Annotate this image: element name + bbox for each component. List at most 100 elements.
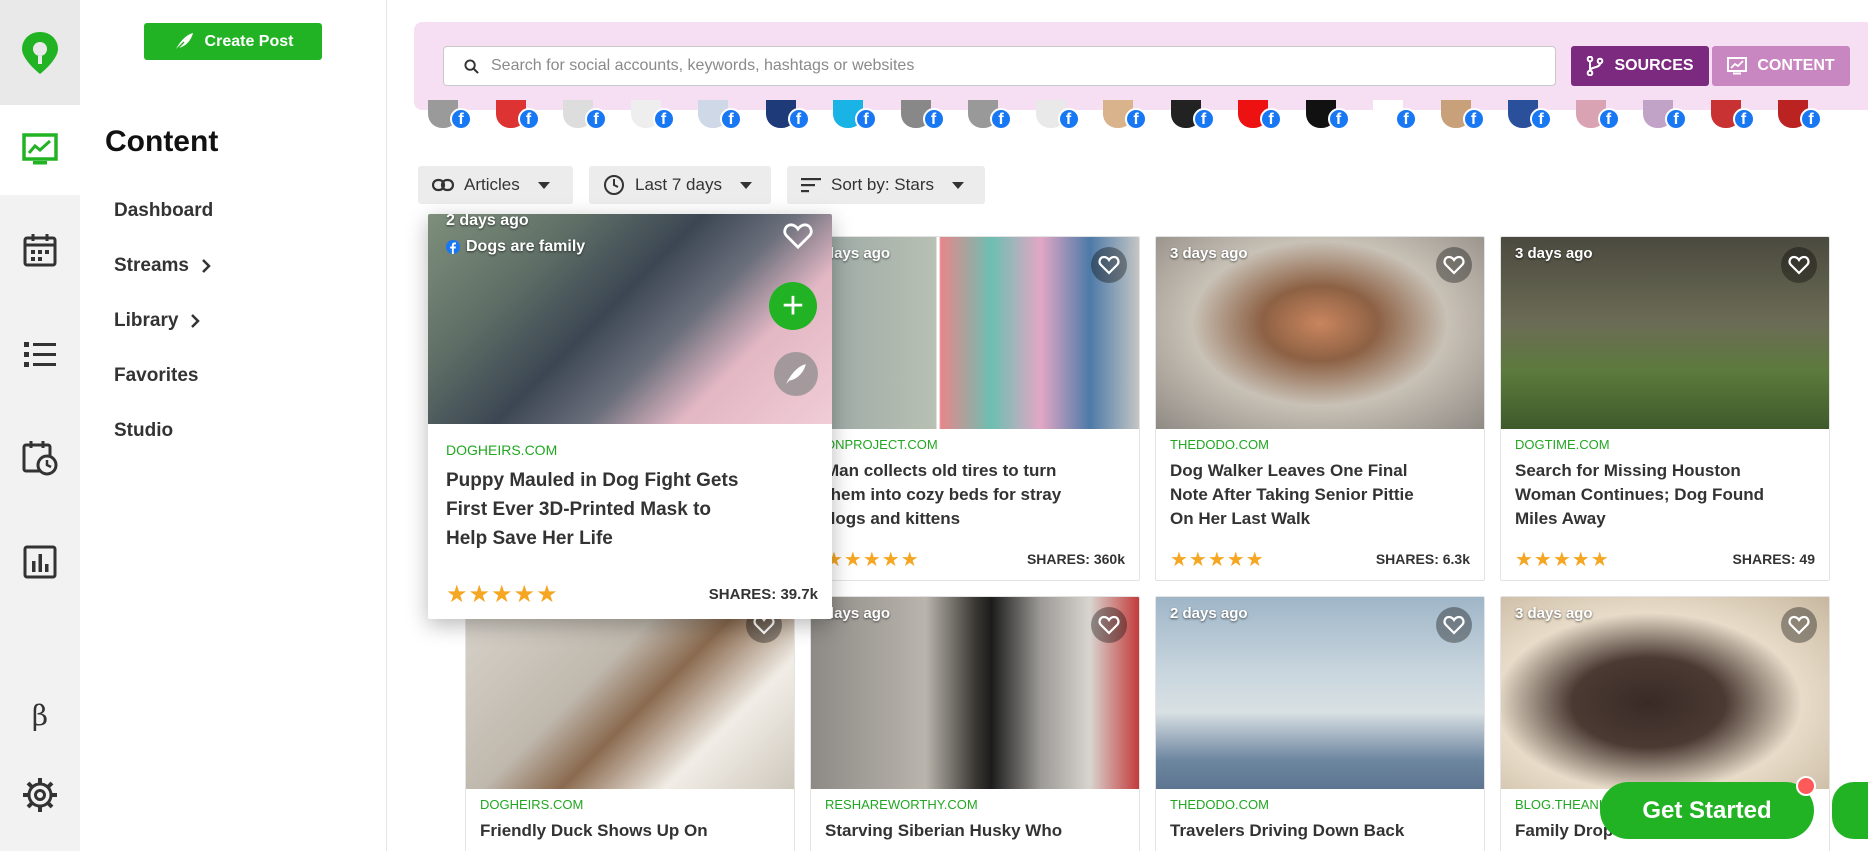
article-domain[interactable]: DOGHEIRS.COM (480, 797, 583, 812)
content-button[interactable]: CONTENT (1712, 46, 1850, 86)
calendar-icon (23, 234, 57, 267)
sidebar-item-library[interactable]: Library (114, 310, 201, 332)
article-card[interactable]: DOGHEIRS.COM Friendly Duck Shows Up On (465, 596, 795, 851)
filter-sort-dropdown[interactable]: Sort by: Stars (787, 166, 985, 204)
favorite-button[interactable] (1781, 247, 1817, 283)
sidebar-item-label: Dashboard (114, 200, 214, 221)
article-card[interactable]: days ago ONPROJECT.COM Man collects old … (810, 236, 1140, 581)
article-headline[interactable]: Starving Siberian Husky Who (825, 819, 1095, 843)
article-domain[interactable]: RESHAREWORTHY.COM (825, 797, 978, 812)
filter-date-dropdown[interactable]: Last 7 days (589, 166, 771, 204)
article-date: 3 days ago (1515, 605, 1593, 622)
facebook-icon: f (1800, 108, 1822, 130)
article-thumbnail (1501, 597, 1829, 789)
sidebar-item-label: Library (114, 310, 179, 331)
article-domain[interactable]: ONPROJECT.COM (825, 437, 938, 452)
share-count: SHARES: 49 (1732, 551, 1815, 567)
facebook-icon: f (1057, 108, 1080, 130)
article-headline[interactable]: Search for Missing Houston Woman Continu… (1515, 459, 1785, 531)
chevron-right-icon (202, 259, 211, 273)
article-domain[interactable]: BLOG.THEANIN (1515, 797, 1612, 812)
facebook-icon: f (1530, 108, 1552, 130)
star-rating: ★★★★★ (1170, 549, 1265, 571)
heart-icon (1443, 615, 1465, 635)
article-headline[interactable]: Friendly Duck Shows Up On (480, 819, 750, 843)
share-count: SHARES: 39.7k (708, 586, 818, 603)
facebook-icon: f (652, 108, 675, 130)
favorite-button[interactable] (1436, 247, 1472, 283)
nav-analytics[interactable] (0, 517, 80, 607)
facebook-icon: f (922, 108, 945, 130)
source-page-tag[interactable]: Dogs are family (446, 238, 585, 256)
favorite-button[interactable] (1781, 607, 1817, 643)
favorite-button[interactable] (1091, 247, 1127, 283)
notification-dot (1796, 776, 1816, 796)
facebook-icon: f (720, 108, 742, 130)
article-thumbnail (1156, 237, 1484, 429)
article-card[interactable]: days ago RESHAREWORTHY.COM Starving Sibe… (810, 596, 1140, 851)
article-card[interactable]: 2 days ago THEDODO.COM Travelers Driving… (1155, 596, 1485, 851)
article-domain[interactable]: THEDODO.COM (1170, 437, 1269, 452)
favorite-button[interactable] (780, 218, 816, 254)
facebook-icon: f (855, 108, 877, 130)
sidebar-item-label: Favorites (114, 365, 199, 386)
filter-articles-dropdown[interactable]: Articles (418, 166, 573, 204)
heart-icon (1098, 255, 1120, 275)
sidebar-item-streams[interactable]: Streams (114, 255, 211, 277)
article-headline[interactable]: Puppy Mauled in Dog Fight Gets First Eve… (446, 466, 746, 553)
calendar-clock-icon (22, 441, 58, 476)
facebook-icon: f (1665, 108, 1687, 130)
nav-list[interactable] (0, 310, 80, 400)
article-card-hovered[interactable]: 2 days ago Dogs are family DOGHEIRS.COM … (428, 214, 832, 619)
search-input[interactable] (491, 57, 1541, 75)
nav-beta[interactable]: β (0, 670, 80, 760)
star-rating: ★★★★★ (446, 581, 559, 608)
create-post-button[interactable]: Create Post (144, 23, 322, 60)
sidebar-item-studio[interactable]: Studio (114, 420, 173, 442)
sources-button[interactable]: SOURCES (1571, 46, 1709, 86)
compose-post-button[interactable] (774, 352, 818, 396)
article-domain[interactable]: DOGHEIRS.COM (446, 442, 557, 458)
sources-label: SOURCES (1614, 57, 1694, 74)
article-domain[interactable]: DOGTIME.COM (1515, 437, 1610, 452)
article-card[interactable]: 3 days ago THEDODO.COM Dog Walker Leaves… (1155, 236, 1485, 581)
article-card[interactable]: 3 days ago DOGTIME.COM Search for Missin… (1500, 236, 1830, 581)
article-thumbnail (466, 597, 794, 789)
chart-monitor-icon (22, 133, 58, 165)
nav-content[interactable] (0, 105, 80, 195)
article-headline[interactable]: Man collects old tires to turn them into… (825, 459, 1095, 531)
article-domain[interactable]: THEDODO.COM (1170, 797, 1269, 812)
get-started-button[interactable]: Get Started (1600, 782, 1814, 839)
favorite-button[interactable] (1436, 607, 1472, 643)
sidebar-item-favorites[interactable]: Favorites (114, 365, 198, 387)
article-headline[interactable]: Travelers Driving Down Back (1170, 819, 1440, 843)
list-icon (24, 342, 56, 367)
chevron-down-icon (739, 181, 752, 189)
sidebar-item-dashboard[interactable]: Dashboard (114, 200, 213, 222)
article-thumbnail (1501, 237, 1829, 429)
article-thumbnail (811, 237, 1139, 429)
article-headline[interactable]: Dog Walker Leaves One Final Note After T… (1170, 459, 1440, 531)
nav-calendar[interactable] (0, 205, 80, 295)
favorite-button[interactable] (1091, 607, 1127, 643)
heart-icon (1098, 615, 1120, 635)
content-label: CONTENT (1757, 57, 1835, 74)
facebook-icon: f (1125, 108, 1147, 130)
quill-icon (174, 32, 193, 52)
source-page-name: Dogs are family (466, 238, 586, 255)
filter-sort-label: Sort by: Stars (831, 175, 934, 194)
search-box[interactable] (443, 46, 1556, 86)
quill-icon (786, 364, 806, 384)
facebook-icon: f (1260, 108, 1282, 130)
facebook-icon: f (517, 108, 540, 130)
create-post-label: Create Post (204, 32, 294, 50)
sidebar-item-label: Streams (114, 255, 189, 276)
facebook-icon: f (1395, 108, 1417, 130)
nav-schedule[interactable] (0, 413, 80, 503)
sources-avatar-strip: fffffffffffffffffffff (428, 100, 1868, 130)
article-thumbnail (811, 597, 1139, 789)
nav-settings[interactable] (0, 750, 80, 840)
add-to-queue-button[interactable]: + (769, 282, 817, 330)
chat-widget-button[interactable] (1832, 782, 1868, 839)
app-logo[interactable] (0, 0, 80, 105)
